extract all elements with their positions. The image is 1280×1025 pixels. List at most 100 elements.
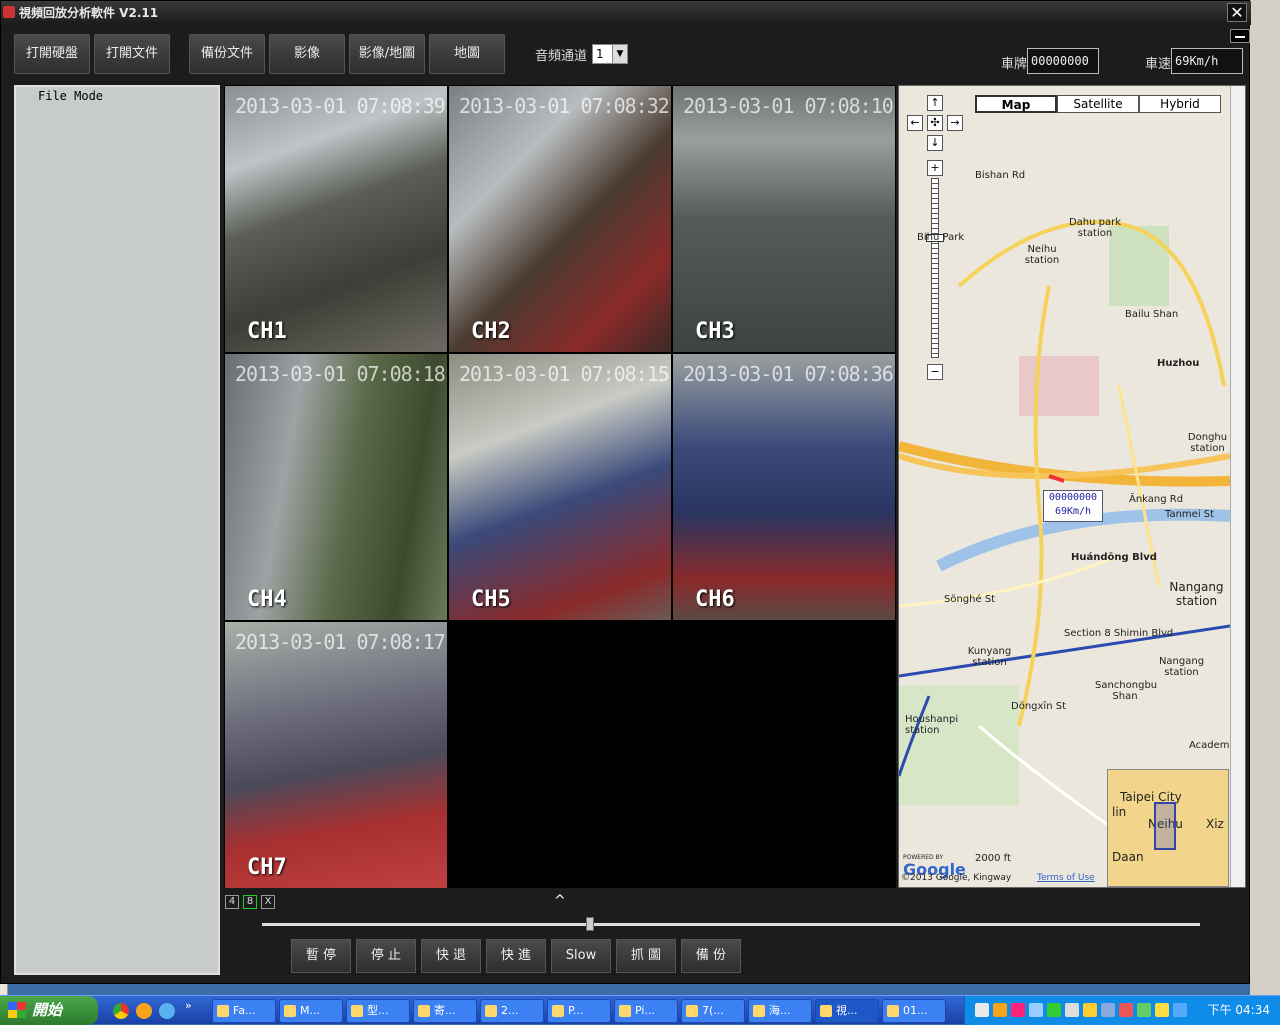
- pan-down-button[interactable]: ↓: [927, 135, 943, 151]
- map-type-hybrid[interactable]: Hybrid: [1139, 95, 1221, 113]
- layout-8-button[interactable]: 8: [243, 895, 257, 909]
- audio-channel-value: 1: [596, 47, 604, 61]
- layout-4-button[interactable]: 4: [225, 895, 239, 909]
- fast-forward-button[interactable]: 快 進: [486, 939, 546, 973]
- taskbar-task[interactable]: Fa...: [212, 999, 276, 1023]
- video-channel-1[interactable]: 2013-03-01 07:08:39 CH1: [225, 86, 447, 352]
- snapshot-button[interactable]: 抓 圖: [616, 939, 676, 973]
- task-label: 寄...: [434, 1004, 456, 1017]
- copyright-label: ©2013 Google, Kingway: [901, 873, 1012, 883]
- open-disk-button[interactable]: 打開硬盤: [14, 34, 90, 74]
- window-icon: [351, 1005, 363, 1017]
- audio-channel-select[interactable]: 1 ▼: [592, 44, 628, 64]
- speed-label: 車速: [1145, 57, 1172, 72]
- pan-up-button[interactable]: ↑: [927, 95, 943, 111]
- map-scrollbar[interactable]: [1230, 86, 1245, 887]
- window-icon: [619, 1005, 631, 1017]
- pan-center-button[interactable]: ✣: [927, 115, 943, 131]
- stop-button[interactable]: 停 止: [356, 939, 416, 973]
- taskbar-task[interactable]: 7(...: [681, 999, 745, 1023]
- map-button[interactable]: 地圖: [429, 34, 505, 74]
- window-icon: [820, 1005, 832, 1017]
- tray-icon[interactable]: [1155, 1003, 1169, 1017]
- window-title: 視頻回放分析軟件 V2.11: [19, 6, 159, 20]
- slow-button[interactable]: Slow: [551, 939, 611, 973]
- tray-icon[interactable]: [1173, 1003, 1187, 1017]
- chevron-up-icon[interactable]: ^: [554, 893, 566, 909]
- taskbar-task[interactable]: 視...: [815, 999, 879, 1023]
- taskbar-task[interactable]: M...: [279, 999, 343, 1023]
- video-channel-5[interactable]: 2013-03-01 07:08:15 CH5: [449, 354, 671, 620]
- zoom-in-button[interactable]: +: [927, 160, 943, 176]
- video-channel-2[interactable]: 2013-03-01 07:08:32 CH2: [449, 86, 671, 352]
- tray-icon[interactable]: [1119, 1003, 1133, 1017]
- zoom-out-button[interactable]: −: [927, 364, 943, 380]
- tray-icon[interactable]: [1137, 1003, 1151, 1017]
- system-tray: 下午 04:34: [964, 996, 1280, 1025]
- rewind-button[interactable]: 快 退: [421, 939, 481, 973]
- start-label: 開始: [32, 1001, 63, 1019]
- plate-field[interactable]: 00000000: [1027, 48, 1099, 74]
- plate-label: 車牌: [1001, 57, 1028, 72]
- video-channel-4[interactable]: 2013-03-01 07:08:18 CH4: [225, 354, 447, 620]
- taskbar-task[interactable]: 海...: [748, 999, 812, 1023]
- overview-map[interactable]: Taipei City lin Neihu Xiz Daan: [1107, 769, 1229, 887]
- taskbar-task[interactable]: 01...: [882, 999, 946, 1023]
- taskbar-task[interactable]: P...: [547, 999, 611, 1023]
- video-channel-9-empty[interactable]: [673, 622, 895, 888]
- map-panel[interactable]: ↑ ← ✣ → ↓ + − Map Satellite Hybrid Dahu …: [898, 85, 1246, 888]
- terms-link[interactable]: Terms of Use: [1037, 873, 1095, 883]
- video-channel-8-empty[interactable]: [449, 622, 671, 888]
- map-label: Bishan Rd: [975, 170, 1026, 181]
- map-type-satellite[interactable]: Satellite: [1057, 95, 1139, 113]
- pause-button[interactable]: 暫 停: [291, 939, 351, 973]
- video-channel-7[interactable]: 2013-03-01 07:08:17 CH7: [225, 622, 447, 888]
- pan-right-button[interactable]: →: [947, 115, 963, 131]
- volume-icon[interactable]: [1065, 1003, 1079, 1017]
- zoom-slider[interactable]: [931, 178, 939, 358]
- tray-icon[interactable]: [975, 1003, 989, 1017]
- pan-left-button[interactable]: ←: [907, 115, 923, 131]
- chevron-right-icon[interactable]: »: [185, 999, 192, 1012]
- playback-slider[interactable]: [262, 923, 1200, 926]
- close-button[interactable]: ✕: [1227, 3, 1247, 22]
- tray-icon[interactable]: [1047, 1003, 1061, 1017]
- network-icon[interactable]: [159, 1003, 175, 1019]
- overview-label: Daan: [1112, 850, 1144, 864]
- map-label: Academi: [1189, 740, 1233, 751]
- backup-file-button[interactable]: 備份文件: [189, 34, 265, 74]
- video-button[interactable]: 影像: [269, 34, 345, 74]
- video-map-button[interactable]: 影像/地圖: [349, 34, 425, 74]
- taskbar-task[interactable]: 寄...: [413, 999, 477, 1023]
- background-window: [1250, 0, 1280, 995]
- video-channel-3[interactable]: 2013-03-01 07:08:10 CH3: [673, 86, 895, 352]
- map-label: Nangang station: [1169, 580, 1224, 608]
- tray-icon[interactable]: [1029, 1003, 1043, 1017]
- scale-label: 2000 ft: [975, 853, 1011, 864]
- taskbar-task[interactable]: Pi...: [614, 999, 678, 1023]
- file-panel[interactable]: File Mode: [14, 85, 220, 975]
- vehicle-marker[interactable]: 00000000 69Km/h: [1043, 490, 1103, 522]
- tray-icon[interactable]: [1101, 1003, 1115, 1017]
- messenger-icon[interactable]: [136, 1003, 152, 1019]
- taskbar-task[interactable]: 2...: [480, 999, 544, 1023]
- overview-viewport[interactable]: [1154, 802, 1176, 850]
- playback-slider-thumb[interactable]: [586, 917, 595, 931]
- taskbar-task[interactable]: 型...: [346, 999, 410, 1023]
- tray-icon[interactable]: [1011, 1003, 1025, 1017]
- chevron-down-icon[interactable]: ▼: [612, 45, 627, 63]
- backup-button[interactable]: 備 份: [681, 939, 741, 973]
- chrome-icon[interactable]: [113, 1003, 129, 1019]
- tray-icon[interactable]: [1083, 1003, 1097, 1017]
- map-type-map[interactable]: Map: [975, 95, 1057, 113]
- map-label: Nangang station: [1158, 656, 1205, 678]
- open-file-button[interactable]: 打開文件: [94, 34, 170, 74]
- start-button[interactable]: 開始: [0, 996, 98, 1025]
- window-icon: [217, 1005, 229, 1017]
- windows-logo-icon: [8, 1002, 26, 1018]
- video-channel-6[interactable]: 2013-03-01 07:08:36 CH6: [673, 354, 895, 620]
- speed-field[interactable]: 69Km/h: [1171, 48, 1243, 74]
- timestamp: 2013-03-01 07:08:15: [459, 362, 670, 386]
- tray-icon[interactable]: [993, 1003, 1007, 1017]
- layout-x-button[interactable]: X: [261, 895, 275, 909]
